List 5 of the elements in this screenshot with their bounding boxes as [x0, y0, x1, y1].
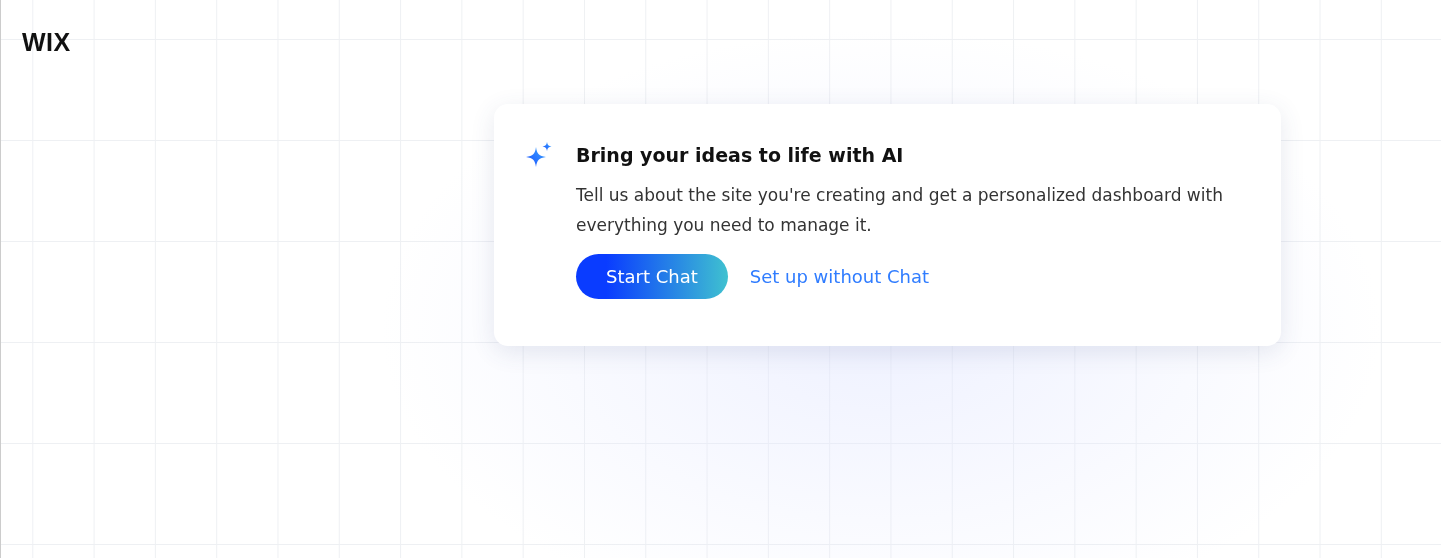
setup-link[interactable]: Set up without Chat [749, 266, 930, 287]
card-description: Tell us about the site you're creating and get a personalized dashboard with everything you need to manage it. [576, 184, 1224, 237]
logo: WIX [22, 28, 71, 56]
start-chat-button[interactable]: Start Chat [576, 254, 728, 299]
card-title: Bring your ideas to life with AI [576, 143, 905, 168]
